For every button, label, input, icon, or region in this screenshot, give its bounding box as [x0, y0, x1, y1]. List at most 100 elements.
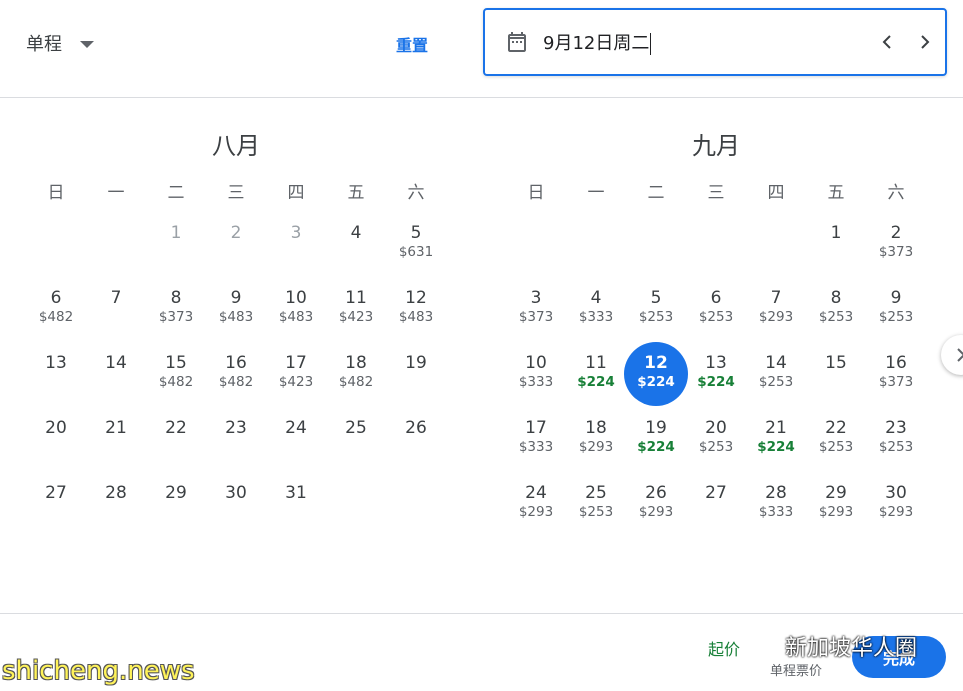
day-cell[interactable]: 26	[386, 409, 446, 474]
day-cell[interactable]: 25 $253	[566, 474, 626, 539]
trip-type-dropdown[interactable]: 单程	[26, 30, 94, 56]
day-number: 2	[230, 223, 242, 243]
day-cell[interactable]: 2 $373	[866, 214, 926, 279]
day-cell[interactable]: 7	[86, 279, 146, 344]
day-cell-empty	[86, 214, 146, 279]
day-cell[interactable]: 12 $483	[386, 279, 446, 344]
day-cell[interactable]: 29 $293	[806, 474, 866, 539]
day-cell[interactable]: 12 $224	[624, 342, 688, 409]
day-cell[interactable]: 24	[266, 409, 326, 474]
day-price: $253	[698, 439, 734, 455]
day-cell[interactable]: 27	[26, 474, 86, 539]
day-number: 10	[285, 288, 307, 308]
day-cell[interactable]: 10 $483	[266, 279, 326, 344]
day-cell[interactable]: 6 $253	[686, 279, 746, 344]
day-number: 18	[345, 353, 367, 373]
day-grid: 1 2 $373 3 $373 4 $333 5 $253 6 $253 7 $293 8 $253 9 $25…	[506, 214, 926, 539]
day-cell[interactable]: 13 $224	[686, 344, 746, 409]
day-cell[interactable]: 17 $423	[266, 344, 326, 409]
day-number: 9	[890, 288, 902, 308]
day-cell[interactable]: 11 $423	[326, 279, 386, 344]
weekday-label: 一	[587, 183, 605, 203]
day-number: 7	[770, 288, 782, 308]
day-cell[interactable]: 10 $333	[506, 344, 566, 409]
day-number: 17	[285, 353, 307, 373]
day-cell[interactable]: 27	[686, 474, 746, 539]
day-cell[interactable]: 15 $482	[146, 344, 206, 409]
day-cell[interactable]: 2	[206, 214, 266, 279]
day-cell[interactable]: 1	[146, 214, 206, 279]
weekday-label: 日	[47, 183, 65, 203]
day-cell[interactable]: 21 $224	[746, 409, 806, 474]
day-cell[interactable]: 23 $253	[866, 409, 926, 474]
day-cell[interactable]: 30	[206, 474, 266, 539]
day-number: 16	[885, 353, 907, 373]
day-cell[interactable]: 1	[806, 214, 866, 279]
day-cell[interactable]: 4	[326, 214, 386, 279]
day-cell[interactable]: 22 $253	[806, 409, 866, 474]
day-number: 25	[345, 418, 367, 438]
day-cell[interactable]: 20	[26, 409, 86, 474]
day-cell[interactable]: 9 $483	[206, 279, 266, 344]
day-cell[interactable]: 3 $373	[506, 279, 566, 344]
day-number: 26	[405, 418, 427, 438]
day-cell[interactable]: 18 $482	[326, 344, 386, 409]
day-price: $373	[878, 374, 914, 390]
from-price-label: 起价	[708, 640, 741, 659]
weekday-label: 三	[227, 183, 245, 203]
day-cell[interactable]: 25	[326, 409, 386, 474]
day-cell[interactable]: 19	[386, 344, 446, 409]
day-cell[interactable]: 28	[86, 474, 146, 539]
day-cell[interactable]: 16 $482	[206, 344, 266, 409]
day-number: 9	[230, 288, 242, 308]
day-number: 21	[765, 418, 787, 438]
date-picker-footer: 起价 单程票价 完成 新加坡华人圈 shicheng.news	[0, 613, 963, 691]
day-price: $253	[878, 309, 914, 325]
day-number: 18	[585, 418, 607, 438]
day-cell[interactable]: 26 $293	[626, 474, 686, 539]
day-cell[interactable]: 13	[26, 344, 86, 409]
day-price: $253	[878, 439, 914, 455]
day-cell[interactable]: 5 $253	[626, 279, 686, 344]
next-month-button[interactable]	[941, 335, 963, 375]
day-cell[interactable]: 8 $373	[146, 279, 206, 344]
day-cell[interactable]: 3	[266, 214, 326, 279]
day-number: 16	[225, 353, 247, 373]
day-cell[interactable]: 30 $293	[866, 474, 926, 539]
day-cell[interactable]: 11 $224	[566, 344, 626, 409]
day-cell[interactable]: 4 $333	[566, 279, 626, 344]
day-cell[interactable]: 23	[206, 409, 266, 474]
day-cell[interactable]: 6 $482	[26, 279, 86, 344]
day-cell[interactable]: 22	[146, 409, 206, 474]
day-cell[interactable]: 9 $253	[866, 279, 926, 344]
oneway-price-label: 单程票价	[770, 664, 823, 679]
chevron-left-icon[interactable]	[875, 30, 899, 54]
day-cell[interactable]: 29	[146, 474, 206, 539]
day-cell[interactable]: 21	[86, 409, 146, 474]
day-cell[interactable]: 8 $253	[806, 279, 866, 344]
day-cell[interactable]: 7 $293	[746, 279, 806, 344]
day-cell[interactable]: 15	[806, 344, 866, 409]
wechat-icon	[755, 636, 780, 656]
day-number: 1	[170, 223, 182, 243]
trip-type-label: 单程	[26, 34, 62, 55]
day-cell[interactable]: 24 $293	[506, 474, 566, 539]
day-cell[interactable]: 20 $253	[686, 409, 746, 474]
day-cell[interactable]: 31	[266, 474, 326, 539]
chevron-right-icon[interactable]	[913, 30, 937, 54]
day-cell[interactable]: 14 $253	[746, 344, 806, 409]
day-number: 14	[105, 353, 127, 373]
day-number: 17	[525, 418, 547, 438]
day-cell[interactable]: 5 $631	[386, 214, 446, 279]
day-price: $482	[338, 374, 374, 390]
day-cell[interactable]: 14	[86, 344, 146, 409]
reset-button[interactable]: 重置	[396, 32, 428, 56]
day-price: $482	[158, 374, 194, 390]
day-cell[interactable]: 19 $224	[626, 409, 686, 474]
day-price: $293	[818, 504, 854, 520]
day-cell[interactable]: 17 $333	[506, 409, 566, 474]
day-cell[interactable]: 16 $373	[866, 344, 926, 409]
departure-date-input[interactable]: 9月12日周二	[483, 8, 947, 76]
day-cell[interactable]: 28 $333	[746, 474, 806, 539]
day-cell[interactable]: 18 $293	[566, 409, 626, 474]
